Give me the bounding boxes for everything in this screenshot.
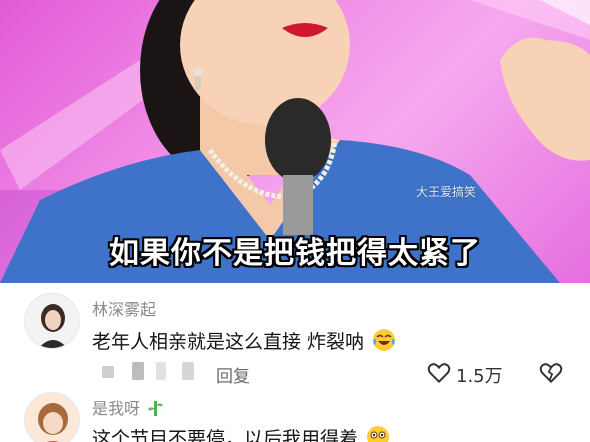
comment-text: 这个节目不要停，以后我用得着	[92, 424, 390, 442]
flushed-emoji-icon	[367, 426, 390, 442]
comment-username-text: 是我呀	[92, 399, 141, 418]
comment-username[interactable]: 林深雾起	[92, 296, 156, 320]
reply-button[interactable]: 回复	[216, 362, 250, 387]
video-subtitle: 如果你不是把钱把得太紧了	[109, 236, 481, 271]
blurred-content	[132, 362, 144, 380]
video-player[interactable]: 大王爱搞笑 如果你不是把钱把得太紧了	[0, 0, 590, 283]
laughing-crying-emoji-icon	[373, 329, 396, 351]
comment-text-content: 老年人相亲就是这么直接 炸裂呐	[92, 331, 365, 353]
bamboo-icon	[148, 401, 164, 416]
broken-heart-icon[interactable]	[538, 360, 564, 386]
comment-username[interactable]: 是我呀	[92, 395, 165, 419]
heart-icon	[427, 363, 451, 384]
avatar[interactable]	[24, 392, 80, 442]
blurred-content	[102, 366, 114, 378]
video-watermark: 大王爱搞笑	[416, 185, 477, 199]
blurred-content	[182, 362, 194, 380]
blurred-content	[156, 362, 166, 380]
comment-text: 老年人相亲就是这么直接 炸裂呐	[92, 327, 396, 354]
avatar[interactable]	[24, 293, 80, 349]
like-count: 1.5万	[456, 366, 503, 387]
comment-text-content: 这个节目不要停，以后我用得着	[92, 428, 359, 442]
comment-actions: 回复 1.5万	[92, 360, 572, 387]
